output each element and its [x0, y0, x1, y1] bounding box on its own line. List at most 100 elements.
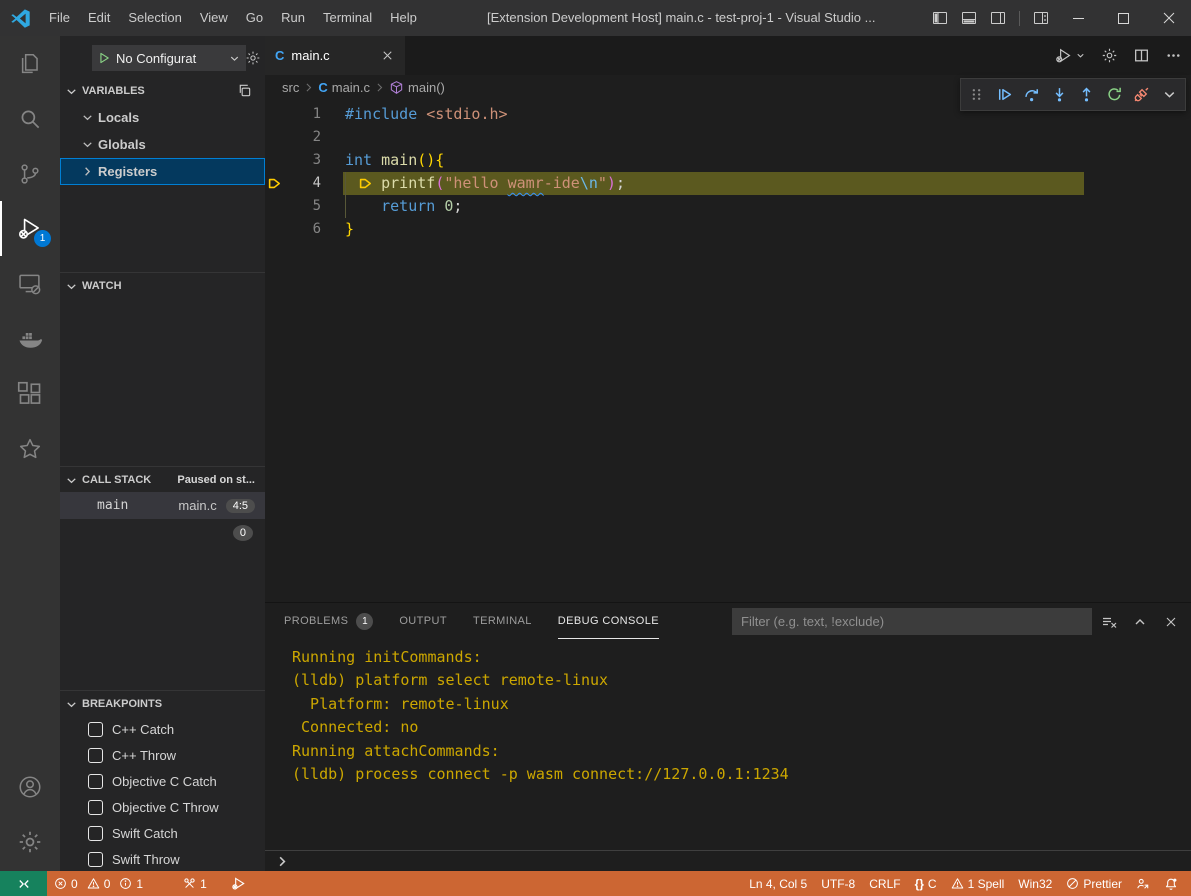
breadcrumb-main[interactable]: main(): [389, 80, 445, 95]
status-person-feedback[interactable]: [1129, 871, 1157, 896]
debug-settings-gear-icon[interactable]: [245, 50, 261, 66]
breakpoint-checkbox[interactable]: [88, 852, 103, 867]
split-editor-icon[interactable]: [1133, 47, 1150, 64]
callstack-section-header[interactable]: CALL STACK Paused on st...: [60, 466, 265, 493]
toggle-primary-sidebar-icon[interactable]: [932, 10, 948, 26]
activity-account[interactable]: [0, 759, 60, 814]
status-utf-8[interactable]: UTF-8: [814, 871, 862, 896]
problems-status[interactable]: 0 0 1: [47, 871, 150, 896]
minimize-button[interactable]: [1056, 0, 1101, 36]
gutter-glyph-margin[interactable]: [265, 149, 285, 172]
panel-tab-output[interactable]: OUTPUT: [399, 604, 447, 639]
variables-item-globals[interactable]: Globals: [60, 131, 265, 158]
remote-indicator[interactable]: [0, 871, 47, 896]
code-area[interactable]: 1#include <stdio.h>23int main(){4 printf…: [265, 103, 1191, 241]
activity-docker[interactable]: [0, 311, 60, 366]
breadcrumb-src[interactable]: src: [282, 80, 299, 95]
run-or-debug-icon[interactable]: [1055, 47, 1072, 64]
more-actions-icon[interactable]: [1165, 47, 1182, 64]
breakpoints-section-header[interactable]: BREAKPOINTS: [60, 690, 265, 717]
menu-terminal[interactable]: Terminal: [314, 0, 381, 36]
watch-section-header[interactable]: WATCH: [60, 272, 265, 299]
gutter-glyph-margin[interactable]: [265, 103, 285, 126]
activity-settings[interactable]: [0, 814, 60, 869]
variables-item-registers[interactable]: Registers: [60, 158, 265, 185]
breakpoint-label: Swift Catch: [112, 826, 178, 841]
breakpoint-c-catch[interactable]: C++ Catch: [60, 716, 265, 742]
code-line-2: 2: [265, 126, 1191, 149]
status-prettier[interactable]: Prettier: [1059, 871, 1129, 896]
debug-step-into-button[interactable]: [1051, 86, 1068, 103]
breakpoint-checkbox[interactable]: [88, 722, 103, 737]
status-crlf[interactable]: CRLF: [862, 871, 907, 896]
debug-status[interactable]: [224, 871, 253, 896]
status-win32[interactable]: Win32: [1011, 871, 1059, 896]
breakpoint-objective-c-catch[interactable]: Objective C Catch: [60, 768, 265, 794]
menu-file[interactable]: File: [40, 0, 79, 36]
activity-remote-explorer[interactable]: [0, 256, 60, 311]
toggle-secondary-sidebar-icon[interactable]: [990, 10, 1006, 26]
status-ln-4-col-5[interactable]: Ln 4, Col 5: [742, 871, 814, 896]
menu-view[interactable]: View: [191, 0, 237, 36]
maximize-panel-icon[interactable]: [1132, 614, 1148, 630]
panel-tab-terminal[interactable]: TERMINAL: [473, 604, 532, 639]
breakpoint-checkbox[interactable]: [88, 774, 103, 789]
chevron-down-icon[interactable]: [1075, 50, 1086, 61]
breakpoint-objective-c-throw[interactable]: Objective C Throw: [60, 794, 265, 820]
breadcrumb-main-c[interactable]: Cmain.c: [318, 80, 370, 95]
activity-source-control[interactable]: [0, 146, 60, 201]
menu-selection[interactable]: Selection: [119, 0, 190, 36]
breakpoint-swift-catch[interactable]: Swift Catch: [60, 820, 265, 846]
debug-step-over-button[interactable]: [1023, 86, 1040, 103]
activity-run-debug[interactable]: 1: [0, 201, 60, 256]
gutter-glyph-margin[interactable]: [265, 218, 285, 241]
status-1-spell[interactable]: 1 Spell: [944, 871, 1012, 896]
menu-help[interactable]: Help: [381, 0, 426, 36]
clear-console-icon[interactable]: [1101, 614, 1117, 630]
debug-config-dropdown[interactable]: No Configurat: [92, 45, 246, 71]
tools-status[interactable]: 1: [176, 871, 214, 896]
activity-search[interactable]: [0, 91, 60, 146]
tools-icon: [183, 877, 196, 890]
copy-value-icon[interactable]: [237, 83, 252, 98]
breakpoint-checkbox[interactable]: [88, 800, 103, 815]
breakpoint-c-throw[interactable]: C++ Throw: [60, 742, 265, 768]
status-bell[interactable]: [1157, 871, 1185, 896]
debug-continue-button[interactable]: [996, 86, 1013, 103]
gutter-glyph-margin[interactable]: [265, 126, 285, 149]
debug-disconnect-button[interactable]: [1133, 86, 1150, 103]
debug-chev-down-button[interactable]: [1161, 86, 1178, 103]
debug-step-out-button[interactable]: [1078, 86, 1095, 103]
braces-icon: {}: [915, 878, 924, 890]
tab-main-c[interactable]: C main.c: [265, 36, 405, 75]
customize-layout-icon[interactable]: [1033, 10, 1049, 26]
breakpoint-checkbox[interactable]: [88, 748, 103, 763]
status-c[interactable]: {}C: [908, 871, 944, 896]
debug-restart-button[interactable]: [1106, 86, 1123, 103]
variables-section-header[interactable]: VARIABLES: [60, 78, 265, 104]
gutter-glyph-margin[interactable]: [265, 195, 285, 218]
callstack-frame-row[interactable]: main main.c 4:5: [60, 492, 265, 519]
activity-explorer[interactable]: [0, 36, 60, 91]
variables-item-locals[interactable]: Locals: [60, 104, 265, 131]
activity-extensions[interactable]: [0, 366, 60, 421]
close-tab-icon[interactable]: [380, 48, 395, 63]
maximize-button[interactable]: [1101, 0, 1146, 36]
debug-console-input[interactable]: [265, 850, 1191, 872]
menu-run[interactable]: Run: [272, 0, 314, 36]
console-filter-input[interactable]: [732, 608, 1092, 635]
breakpoint-checkbox[interactable]: [88, 826, 103, 841]
close-panel-icon[interactable]: [1163, 614, 1179, 630]
callstack-thread-row[interactable]: 0: [60, 519, 265, 546]
settings-gear-icon[interactable]: [1101, 47, 1118, 64]
menu-edit[interactable]: Edit: [79, 0, 119, 36]
close-window-button[interactable]: [1146, 0, 1191, 36]
gutter-glyph-margin[interactable]: [265, 172, 285, 195]
panel-tab-debug-console[interactable]: DEBUG CONSOLE: [558, 604, 659, 639]
toggle-panel-icon[interactable]: [961, 10, 977, 26]
debug-start-icon[interactable]: [97, 51, 111, 65]
panel-tab-problems[interactable]: PROBLEMS1: [284, 604, 373, 639]
menu-go[interactable]: Go: [237, 0, 272, 36]
activity-star[interactable]: [0, 421, 60, 476]
breakpoint-swift-throw[interactable]: Swift Throw: [60, 846, 265, 872]
